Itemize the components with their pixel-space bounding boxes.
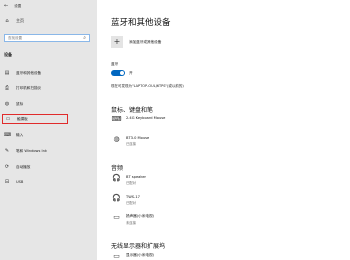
bluetooth-toggle-row: 开 xyxy=(111,70,133,76)
title-bar: ← 设置 xyxy=(4,3,21,10)
pen-icon: ✎ xyxy=(4,147,10,154)
headphones-icon: 🎧 xyxy=(112,174,121,182)
sidebar-item-bluetooth[interactable]: ▤ 蓝牙和其他设备 xyxy=(4,68,97,78)
sidebar-item-label: 打印机和扫描仪 xyxy=(16,85,42,90)
device-status: 已配对 xyxy=(126,181,136,185)
mouse-icon: ◍ xyxy=(4,100,10,107)
device-name: BT3.0 Mouse xyxy=(126,136,150,140)
page-title: 蓝牙和其他设备 xyxy=(111,18,171,28)
device-item[interactable]: 🎧 BT speaker 已配对 xyxy=(111,174,147,186)
device-item[interactable]: ▭ 扬声器(小米电视) 未连接 xyxy=(111,213,154,226)
add-device-label: 添加蓝牙或其他设备 xyxy=(129,39,162,44)
group-title-displays: 无线显示器和扩展坞 xyxy=(111,243,166,250)
usb-icon: ⊟ xyxy=(4,178,10,185)
sidebar-item-autoplay[interactable]: ⟳ 自动播放 xyxy=(4,162,97,172)
plus-icon: + xyxy=(111,36,123,48)
search-box[interactable]: ⌕ xyxy=(4,34,90,42)
bluetooth-toggle-state: 开 xyxy=(129,70,133,75)
device-name: 扬声器(小米电视) xyxy=(126,214,154,218)
sidebar-item-usb[interactable]: ⊟ USB xyxy=(4,177,97,187)
sidebar-item-label: 蓝牙和其他设备 xyxy=(16,70,42,75)
autoplay-icon: ⟳ xyxy=(4,163,10,170)
sidebar-item-label: 鼠标 xyxy=(16,101,24,106)
sidebar-item-label: 输入 xyxy=(16,132,24,137)
mouse-device-icon: ◍ xyxy=(113,135,120,143)
display-icon: ▭ xyxy=(113,252,120,260)
settings-nav-pane: ← 设置 ⌂ 主页 ⌕ 设备 ▤ 蓝牙和其他设备 ⎙ 打印机和扫描仪 ◍ 鼠标 … xyxy=(0,0,97,260)
search-icon[interactable]: ⌕ xyxy=(83,35,86,42)
sidebar-item-printers[interactable]: ⎙ 打印机和扫描仪 xyxy=(4,83,97,93)
sidebar-item-label: 自动播放 xyxy=(16,164,31,169)
back-arrow-icon[interactable]: ← xyxy=(4,4,8,9)
device-name: BT speaker xyxy=(126,175,147,179)
device-name: 显示器(小米电视) xyxy=(126,253,154,257)
bluetooth-label: 蓝牙 xyxy=(111,62,119,66)
device-item[interactable]: ⌨ 2.4G Keyboard Mouse xyxy=(111,116,165,123)
device-name: TWS-17 xyxy=(126,195,140,199)
bluetooth-devices-icon: ▤ xyxy=(4,69,10,76)
sidebar-item-mouse[interactable]: ◍ 鼠标 xyxy=(4,99,97,109)
main-content: 蓝牙和其他设备 + 添加蓝牙或其他设备 蓝牙 开 现在可发现为"LAPTOP-O… xyxy=(111,0,350,260)
touchpad-icon: ▭ xyxy=(5,115,11,122)
bluetooth-toggle[interactable] xyxy=(111,70,125,76)
sidebar-item-typing[interactable]: ⌨ 输入 xyxy=(4,130,97,140)
headphones-icon: 🎧 xyxy=(112,194,121,202)
nav-home[interactable]: ⌂ 主页 xyxy=(4,18,24,24)
sidebar-item-pen[interactable]: ✎ 笔和 Windows Ink xyxy=(4,146,97,156)
home-icon: ⌂ xyxy=(5,17,9,24)
device-status: 已连接 xyxy=(126,142,136,146)
device-status: 已配对 xyxy=(126,201,136,205)
group-title-audio: 音频 xyxy=(111,165,124,172)
printer-icon: ⎙ xyxy=(4,84,9,91)
sidebar-item-touchpad[interactable]: ▭ 触摸板 xyxy=(2,114,68,124)
keyboard-device-icon: ⌨ xyxy=(111,115,122,123)
discoverable-text: 现在可发现为"LAPTOP-OULJ6TPS"(或以前的) xyxy=(111,84,184,88)
speaker-icon: ▭ xyxy=(113,213,120,221)
window-title: 设置 xyxy=(14,4,22,8)
search-input[interactable] xyxy=(8,36,78,40)
add-device-button[interactable]: + 添加蓝牙或其他设备 xyxy=(111,36,161,48)
nav-home-label: 主页 xyxy=(16,18,24,23)
sidebar-item-label: USB xyxy=(16,180,24,184)
device-item[interactable]: ◍ BT3.0 Mouse 已连接 xyxy=(111,135,150,147)
nav-section-label: 设备 xyxy=(4,52,12,57)
sidebar-item-label: 笔和 Windows Ink xyxy=(16,148,47,153)
group-title-input-devices: 鼠标、键盘和笔 xyxy=(111,107,154,114)
keyboard-icon: ⌨ xyxy=(4,131,12,138)
device-item[interactable]: 🎧 TWS-17 已配对 xyxy=(111,194,140,206)
sidebar-item-label: 触摸板 xyxy=(17,116,28,121)
device-item[interactable]: ▭ 显示器(小米电视) xyxy=(111,253,154,260)
device-name: 2.4G Keyboard Mouse xyxy=(126,116,166,120)
device-status: 未连接 xyxy=(126,221,136,225)
